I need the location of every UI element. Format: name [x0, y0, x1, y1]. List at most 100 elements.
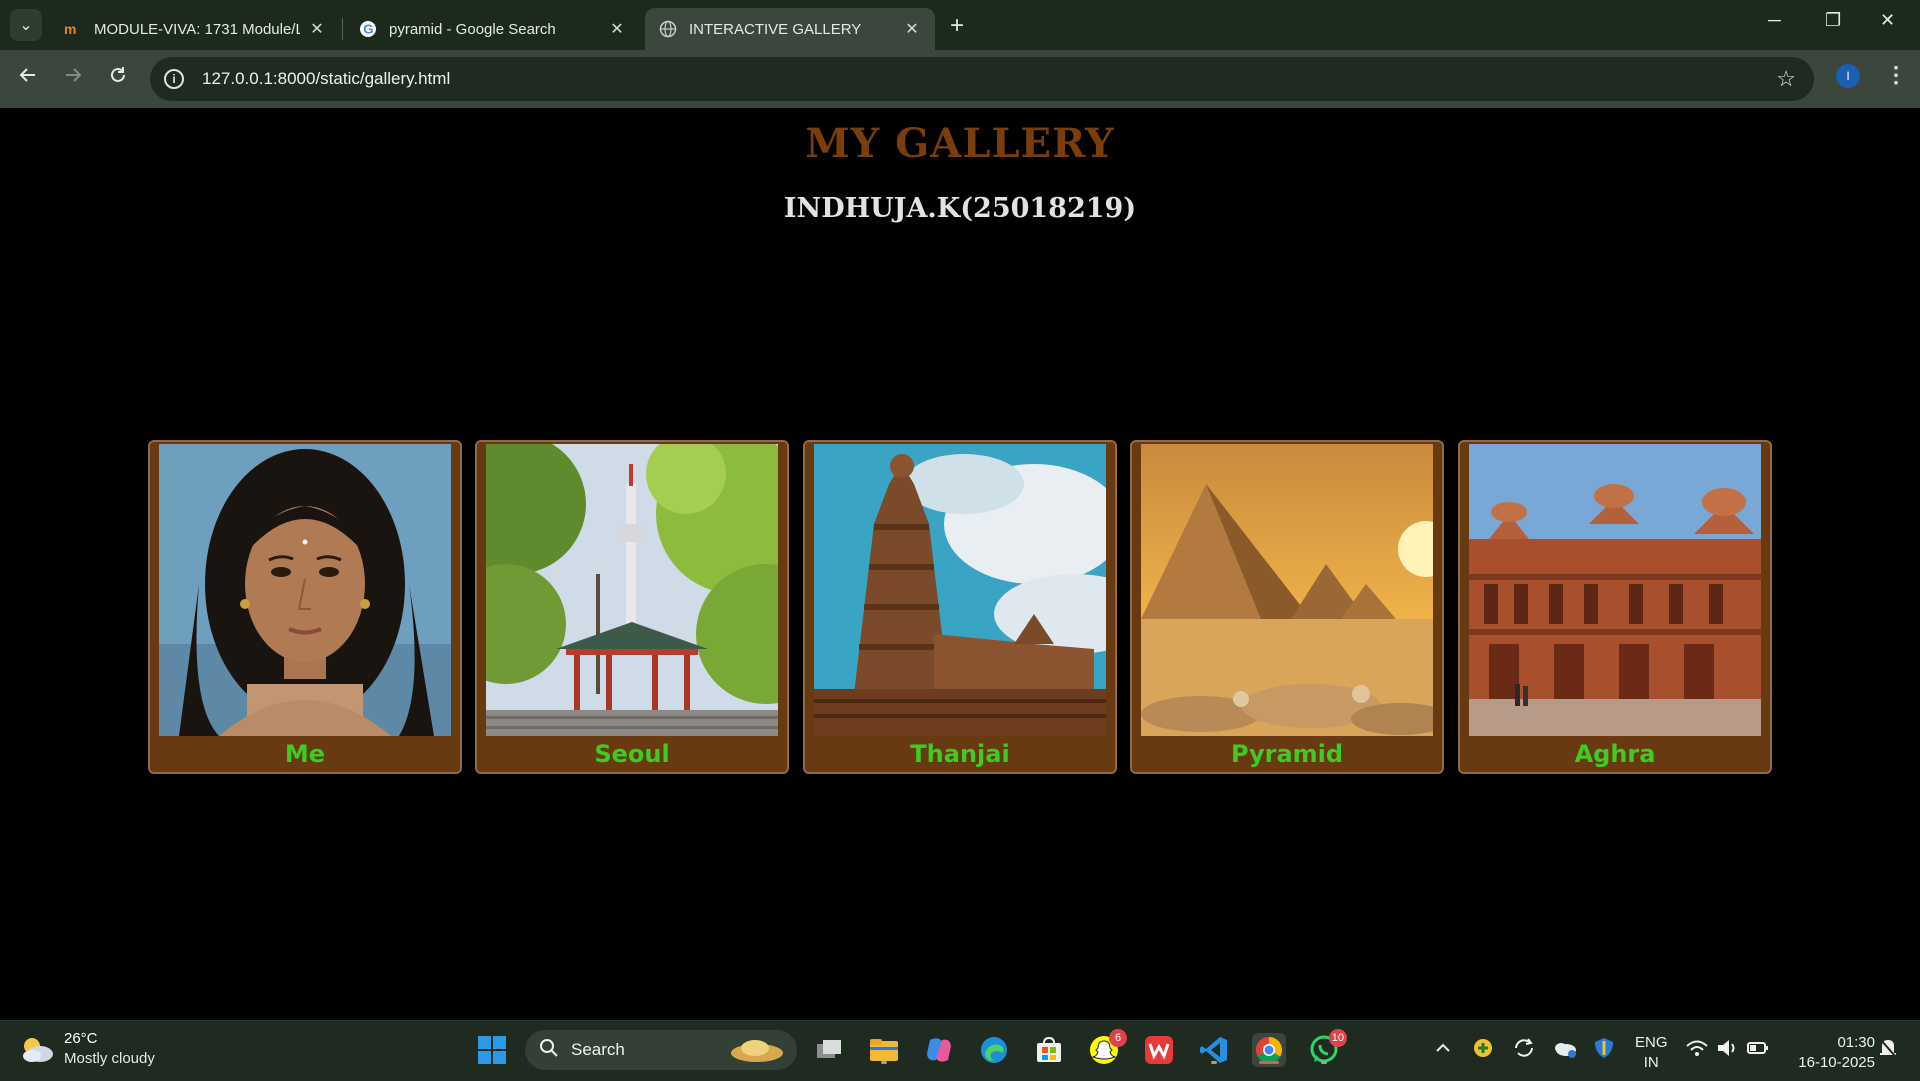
tab-divider: [342, 18, 343, 40]
tray-app-icon[interactable]: [1472, 1033, 1494, 1068]
wps-office-button[interactable]: [1142, 1033, 1176, 1067]
portrait-photo: [159, 444, 451, 736]
clock-date: 16-10-2025: [1798, 1054, 1875, 1071]
store-button[interactable]: [1032, 1033, 1066, 1067]
svg-text:m: m: [64, 22, 76, 36]
globe-icon: [659, 20, 677, 38]
battery-icon[interactable]: [1746, 1033, 1770, 1068]
vscode-button[interactable]: [1197, 1033, 1231, 1067]
notification-badge: 6: [1109, 1029, 1127, 1047]
moodle-icon: m: [64, 20, 82, 38]
thanjavur-temple-photo: [814, 444, 1106, 736]
system-clock[interactable]: 01:30 16-10-2025: [1785, 1033, 1875, 1073]
task-view-icon: [817, 1040, 841, 1058]
cloudy-weather-icon: [23, 1038, 53, 1062]
tab-strip: ⌄ m MODULE-VIVA: 1731 Module/L ✕ G pyram…: [0, 0, 1920, 50]
browser-menu-icon[interactable]: ⋮: [1885, 62, 1907, 88]
task-view-button[interactable]: [812, 1033, 846, 1067]
close-icon[interactable]: ✕: [608, 19, 626, 39]
store-icon: [1037, 1036, 1061, 1062]
running-indicator: [881, 1061, 887, 1064]
minimize-button[interactable]: ─: [1768, 10, 1781, 31]
copilot-icon: [927, 1038, 951, 1062]
site-info-icon[interactable]: i: [164, 69, 184, 89]
file-explorer-button[interactable]: [867, 1033, 901, 1067]
chevron-down-icon: ⌄: [19, 17, 33, 34]
close-icon[interactable]: ✕: [308, 19, 326, 39]
sync-icon[interactable]: [1512, 1033, 1536, 1068]
profile-avatar[interactable]: I: [1836, 64, 1860, 88]
back-button[interactable]: [14, 64, 42, 92]
snapchat-button[interactable]: 6: [1087, 1029, 1127, 1067]
svg-text:G: G: [363, 22, 373, 37]
gallery-card-pyramid[interactable]: Pyramid: [1130, 440, 1444, 774]
page-title: MY GALLERY: [805, 120, 1115, 167]
gallery-card-aghra[interactable]: Aghra: [1458, 440, 1772, 774]
tab-title: pyramid - Google Search: [389, 20, 556, 38]
browser-toolbar: i 127.0.0.1:8000/static/gallery.html ☆: [0, 50, 1920, 108]
windows-taskbar: 26°C Mostly cloudy Search 6 10 ENG IN 01…: [0, 1020, 1920, 1081]
reload-button[interactable]: [104, 64, 132, 92]
input-language[interactable]: ENG IN: [1635, 1033, 1668, 1073]
card-caption: Seoul: [594, 740, 670, 768]
seoul-tower-photo: [486, 444, 778, 736]
gallery-card-thanjai[interactable]: Thanjai: [803, 440, 1117, 774]
tab-title: INTERACTIVE GALLERY: [689, 20, 862, 38]
tab-search-button[interactable]: ⌄: [10, 9, 42, 41]
gallery-page: MY GALLERY INDHUJA.K(25018219) Me Seoul …: [0, 108, 1920, 1020]
close-window-button[interactable]: ✕: [1880, 10, 1895, 31]
new-tab-button[interactable]: +: [950, 12, 964, 40]
gallery-card-me[interactable]: Me: [148, 440, 462, 774]
arrow-right-icon: [66, 68, 82, 82]
card-caption: Pyramid: [1230, 740, 1344, 768]
search-icon: [539, 1038, 559, 1063]
weather-temp: 26°C: [64, 1030, 98, 1047]
pyramids-photo: [1141, 444, 1433, 736]
page-subtitle: INDHUJA.K(25018219): [783, 193, 1137, 224]
chrome-button[interactable]: [1252, 1033, 1286, 1067]
running-indicator: [1321, 1061, 1327, 1064]
gallery-card-seoul[interactable]: Seoul: [475, 440, 789, 774]
whatsapp-button[interactable]: 10: [1307, 1029, 1347, 1067]
arrow-left-icon: [19, 68, 35, 82]
taskbar-search[interactable]: Search: [525, 1030, 797, 1070]
weather-condition: Mostly cloudy: [64, 1050, 155, 1067]
volume-icon[interactable]: [1715, 1033, 1739, 1068]
card-caption: Thanjai: [910, 740, 1010, 768]
tray-overflow-chevron-icon[interactable]: [1434, 1033, 1452, 1068]
wifi-icon[interactable]: [1685, 1033, 1709, 1068]
bookmark-star-icon[interactable]: ☆: [1776, 66, 1796, 92]
folder-icon: [870, 1039, 898, 1061]
agra-fort-photo: [1469, 444, 1761, 736]
card-caption: Aghra: [1574, 740, 1656, 768]
tab-title: MODULE-VIVA: 1731 Module/L: [94, 20, 300, 38]
weather-widget[interactable]: 26°C Mostly cloudy: [20, 1029, 155, 1069]
restore-button[interactable]: ❐: [1825, 10, 1841, 31]
security-shield-icon[interactable]: [1592, 1033, 1616, 1068]
edge-button[interactable]: [977, 1033, 1011, 1067]
tab-module-viva[interactable]: m MODULE-VIVA: 1731 Module/L ✕: [50, 8, 340, 50]
notification-bell-icon[interactable]: [1876, 1033, 1900, 1068]
region-code: IN: [1643, 1054, 1659, 1071]
wps-office-icon: [1145, 1036, 1173, 1064]
edge-icon: [981, 1037, 1007, 1063]
notification-badge: 10: [1328, 1029, 1347, 1047]
search-highlight-icon: [727, 1036, 787, 1069]
running-indicator: [1211, 1061, 1217, 1064]
address-bar[interactable]: i 127.0.0.1:8000/static/gallery.html ☆: [150, 57, 1814, 101]
onedrive-icon[interactable]: [1552, 1033, 1578, 1068]
search-label: Search: [571, 1040, 625, 1059]
card-caption: Me: [284, 740, 326, 768]
copilot-button[interactable]: [922, 1033, 956, 1067]
forward-button[interactable]: [59, 64, 87, 92]
start-button[interactable]: [475, 1033, 509, 1067]
tab-interactive-gallery[interactable]: INTERACTIVE GALLERY ✕: [645, 8, 935, 50]
active-indicator: [1259, 1061, 1279, 1064]
windows-logo-icon: [478, 1036, 506, 1064]
reload-icon: [111, 67, 125, 82]
close-icon[interactable]: ✕: [903, 19, 921, 39]
url-text: 127.0.0.1:8000/static/gallery.html: [202, 69, 451, 88]
google-icon: G: [359, 20, 377, 38]
clock-time: 01:30: [1837, 1034, 1875, 1051]
tab-google-search[interactable]: G pyramid - Google Search ✕: [345, 8, 640, 50]
